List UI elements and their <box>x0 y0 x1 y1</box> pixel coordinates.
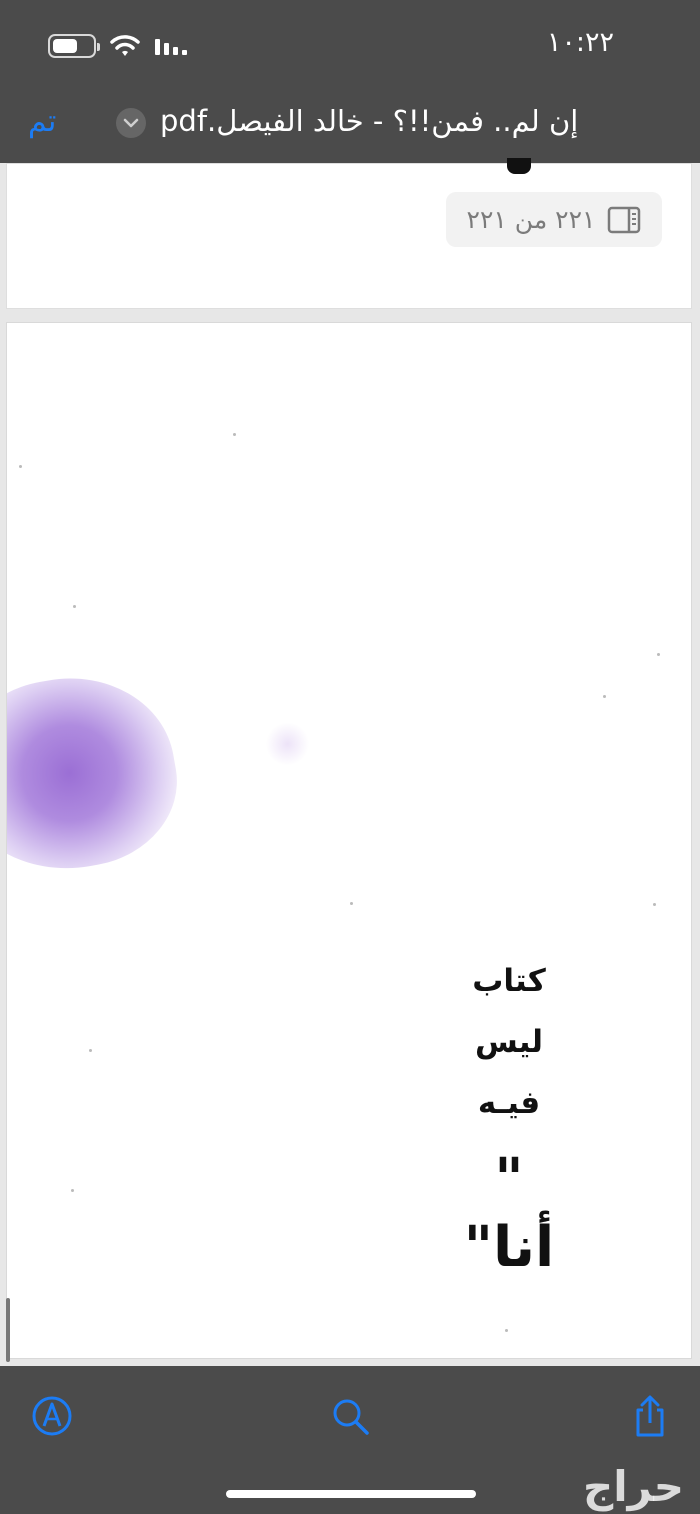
book-quote: " أنا" <box>463 1147 555 1280</box>
paper-speck <box>350 902 353 905</box>
battery-level <box>53 39 77 53</box>
paper-speck <box>89 1049 92 1052</box>
status-bar: ١٠:٢٢ <box>0 0 700 92</box>
home-indicator[interactable] <box>226 1490 476 1498</box>
done-button[interactable]: تم <box>28 104 56 139</box>
chevron-down-icon[interactable] <box>116 108 146 138</box>
document-title-bar: تم إن لم.. فمن!!؟ - خالد الفيصل.pdf <box>0 92 700 163</box>
share-icon[interactable] <box>628 1394 672 1438</box>
book-title-text: كتاب ليس فيـه " أنا" <box>449 951 569 1282</box>
page-counter-text: ٢٢١ من ٢٢١ <box>466 205 596 234</box>
paper-speck <box>19 465 22 468</box>
pdf-page[interactable]: كتاب ليس فيـه " أنا" <box>6 322 692 1359</box>
haraj-watermark: حراج <box>582 1462 684 1511</box>
search-icon[interactable] <box>328 1394 372 1438</box>
sidebar-icon <box>608 206 641 233</box>
battery-icon <box>48 34 100 58</box>
status-icons <box>48 34 188 58</box>
paper-speck <box>603 695 606 698</box>
purple-stain <box>7 661 190 887</box>
clock: ١٠:٢٢ <box>546 27 614 58</box>
markup-pen-icon[interactable] <box>30 1394 74 1438</box>
document-title[interactable]: إن لم.. فمن!!؟ - خالد الفيصل.pdf <box>160 104 578 138</box>
page-edge-mark <box>507 158 531 174</box>
book-line-1: كتاب <box>472 963 546 999</box>
scroll-indicator[interactable] <box>6 1298 10 1362</box>
paper-speck <box>657 653 660 656</box>
bottom-toolbar: حراج <box>0 1366 700 1514</box>
book-line-2: ليس <box>474 1024 544 1060</box>
cellular-signal-icon <box>155 39 187 55</box>
page-counter[interactable]: ٢٢١ من ٢٢١ <box>446 192 662 247</box>
paper-speck <box>73 605 76 608</box>
wifi-icon <box>110 35 140 56</box>
paper-speck <box>233 433 236 436</box>
paper-speck <box>71 1189 74 1192</box>
book-line-3: فيـه <box>477 1085 541 1121</box>
paper-speck <box>653 903 656 906</box>
faint-stain <box>265 723 310 765</box>
paper-speck <box>505 1329 508 1332</box>
